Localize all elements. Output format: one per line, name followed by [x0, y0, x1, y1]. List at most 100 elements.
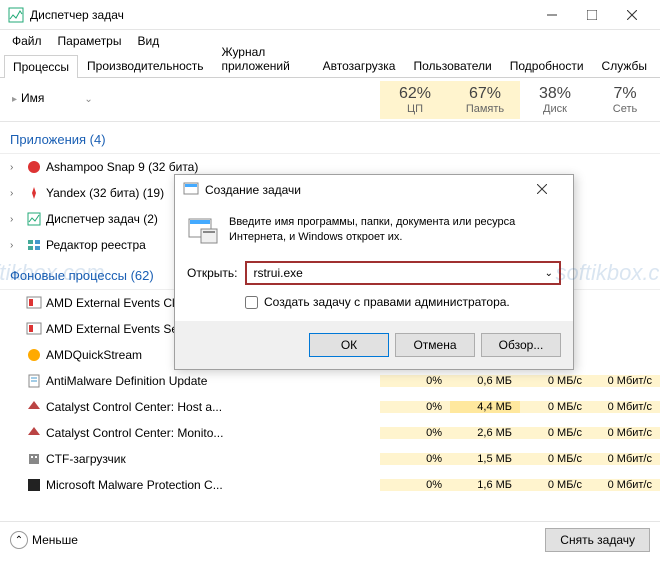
chevron-down-icon[interactable]: ⌄ — [545, 268, 553, 279]
menu-options[interactable]: Параметры — [52, 32, 128, 50]
cpu-label: ЦП — [380, 103, 450, 115]
expand-icon[interactable]: › — [10, 162, 22, 173]
sort-caret-icon: ⌄ — [84, 94, 92, 105]
maximize-button[interactable] — [572, 1, 612, 29]
process-name: Catalyst Control Center: Host a... — [46, 400, 380, 414]
cell-disk: 0 МБ/с — [520, 375, 590, 387]
cell-cpu: 0% — [380, 479, 450, 491]
admin-checkbox[interactable] — [245, 296, 258, 309]
disk-label: Диск — [520, 103, 590, 115]
cell-disk: 0 МБ/с — [520, 427, 590, 439]
expand-icon[interactable]: › — [10, 214, 22, 225]
cell-memory: 1,5 МБ — [450, 453, 520, 465]
column-headers: ▸ Имя ⌄ 62% ЦП 67% Память 38% Диск 7% Се… — [0, 78, 660, 122]
chevron-right-icon: ▸ — [12, 94, 17, 105]
column-memory[interactable]: 67% Память — [450, 81, 520, 119]
process-icon — [26, 451, 42, 467]
network-label: Сеть — [590, 103, 660, 115]
cell-cpu: 0% — [380, 427, 450, 439]
column-name[interactable]: ▸ Имя ⌄ — [0, 91, 380, 109]
tab-users[interactable]: Пользователи — [404, 54, 500, 77]
cell-cpu: 0% — [380, 401, 450, 413]
process-icon — [26, 211, 42, 227]
ok-button[interactable]: ОК — [309, 333, 389, 357]
column-name-label: Имя — [21, 91, 44, 105]
tab-startup[interactable]: Автозагрузка — [314, 54, 405, 77]
title-bar: Диспетчер задач — [0, 0, 660, 30]
tab-details[interactable]: Подробности — [501, 54, 593, 77]
run-icon — [187, 215, 219, 247]
chevron-up-icon: ⌃ — [10, 531, 28, 549]
cell-network: 0 Мбит/с — [590, 479, 660, 491]
process-icon — [26, 159, 42, 175]
list-item[interactable]: Microsoft Malware Protection C... 0% 1,6… — [0, 472, 660, 498]
column-disk[interactable]: 38% Диск — [520, 81, 590, 119]
open-combobox[interactable]: ⌄ — [245, 261, 561, 285]
tab-app-history[interactable]: Журнал приложений — [213, 40, 314, 77]
dialog-prompt: Введите имя программы, папки, документа … — [229, 215, 561, 246]
close-button[interactable] — [612, 1, 652, 29]
process-icon — [26, 373, 42, 389]
list-item[interactable]: Catalyst Control Center: Host a... 0% 4,… — [0, 394, 660, 420]
cell-memory: 4,4 МБ — [450, 401, 520, 413]
fewer-details-button[interactable]: ⌃ Меньше — [10, 531, 78, 549]
group-apps: Приложения (4) — [0, 122, 660, 154]
process-icon — [26, 347, 42, 363]
process-name: Microsoft Malware Protection C... — [46, 478, 380, 492]
tab-services[interactable]: Службы — [593, 54, 656, 77]
cell-network: 0 Мбит/с — [590, 453, 660, 465]
fewer-label: Меньше — [32, 533, 78, 547]
column-cpu[interactable]: 62% ЦП — [380, 81, 450, 119]
dialog-close-button[interactable] — [537, 183, 565, 197]
expand-icon[interactable]: › — [10, 240, 22, 251]
cell-memory: 0,6 МБ — [450, 375, 520, 387]
open-label: Открыть: — [187, 266, 237, 280]
expand-icon[interactable]: › — [10, 188, 22, 199]
menu-view[interactable]: Вид — [131, 32, 165, 50]
cpu-percent: 62% — [380, 85, 450, 103]
cell-disk: 0 МБ/с — [520, 479, 590, 491]
process-name: Catalyst Control Center: Monito... — [46, 426, 380, 440]
dialog-titlebar: Создание задачи — [175, 175, 573, 205]
network-percent: 7% — [590, 85, 660, 103]
cell-network: 0 Мбит/с — [590, 375, 660, 387]
process-icon — [26, 425, 42, 441]
app-icon — [8, 7, 24, 23]
process-name: CTF-загрузчик — [46, 452, 380, 466]
footer: ⌃ Меньше Снять задачу — [0, 522, 660, 558]
memory-label: Память — [450, 103, 520, 115]
cell-memory: 2,6 МБ — [450, 427, 520, 439]
list-item[interactable]: AntiMalware Definition Update 0% 0,6 МБ … — [0, 368, 660, 394]
tab-strip: Процессы Производительность Журнал прило… — [0, 52, 660, 78]
column-network[interactable]: 7% Сеть — [590, 81, 660, 119]
cell-disk: 0 МБ/с — [520, 453, 590, 465]
tab-processes[interactable]: Процессы — [4, 55, 78, 78]
process-icon — [26, 237, 42, 253]
process-icon — [26, 321, 42, 337]
tab-performance[interactable]: Производительность — [78, 54, 212, 77]
end-task-button[interactable]: Снять задачу — [545, 528, 650, 552]
process-icon — [26, 185, 42, 201]
cell-network: 0 Мбит/с — [590, 427, 660, 439]
process-name: AntiMalware Definition Update — [46, 374, 380, 388]
dialog-title: Создание задачи — [199, 183, 537, 197]
cell-memory: 1,6 МБ — [450, 479, 520, 491]
browse-button[interactable]: Обзор... — [481, 333, 561, 357]
process-icon — [26, 399, 42, 415]
list-item[interactable]: CTF-загрузчик 0% 1,5 МБ 0 МБ/с 0 Мбит/с — [0, 446, 660, 472]
window-title: Диспетчер задач — [30, 8, 532, 22]
cell-cpu: 0% — [380, 375, 450, 387]
dialog-icon — [183, 181, 199, 200]
cell-network: 0 Мбит/с — [590, 401, 660, 413]
menu-file[interactable]: Файл — [6, 32, 48, 50]
disk-percent: 38% — [520, 85, 590, 103]
process-name: Ashampoo Snap 9 (32 бита) — [46, 160, 380, 174]
admin-label: Создать задачу с правами администратора. — [264, 295, 510, 309]
open-input[interactable] — [253, 266, 544, 280]
minimize-button[interactable] — [532, 1, 572, 29]
process-icon — [26, 295, 42, 311]
run-dialog: Создание задачи Введите имя программы, п… — [174, 174, 574, 370]
cell-cpu: 0% — [380, 453, 450, 465]
list-item[interactable]: Catalyst Control Center: Monito... 0% 2,… — [0, 420, 660, 446]
cancel-button[interactable]: Отмена — [395, 333, 475, 357]
